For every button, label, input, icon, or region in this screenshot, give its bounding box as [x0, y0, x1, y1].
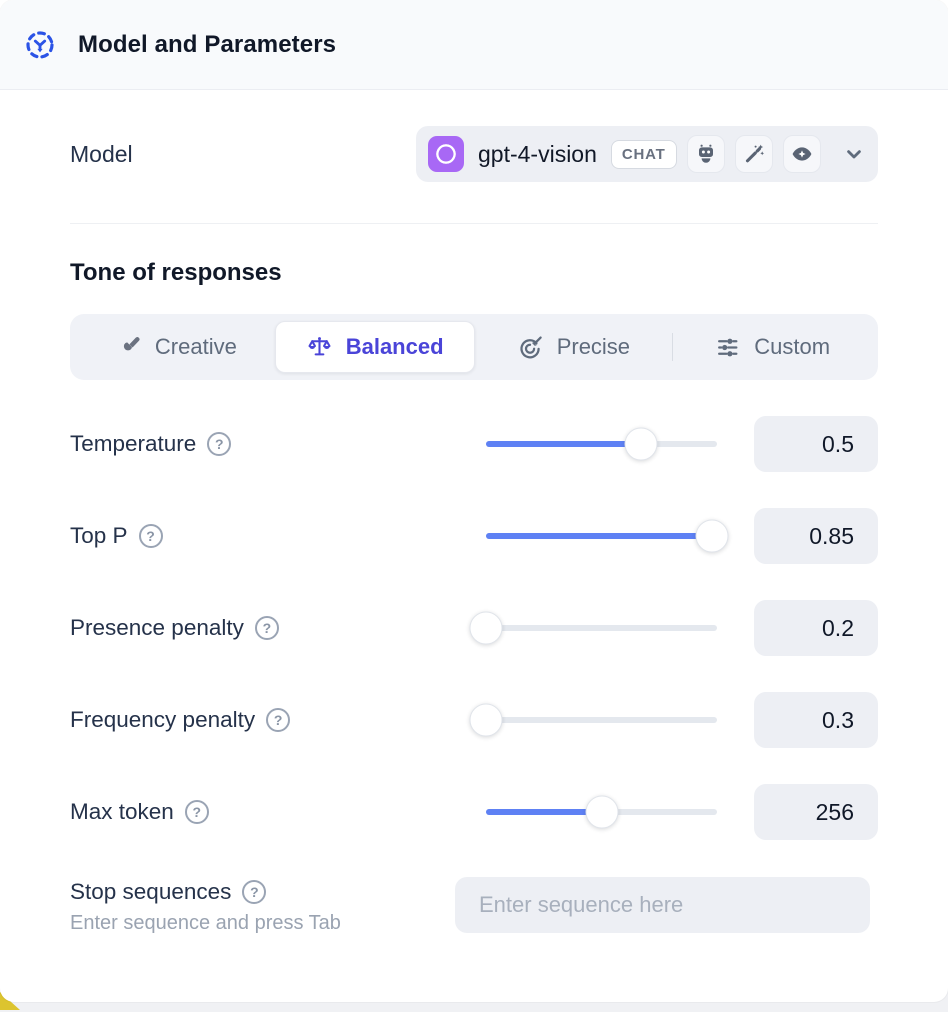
- help-icon[interactable]: [139, 524, 163, 548]
- tone-tab-group: Creative: [70, 314, 878, 380]
- max-token-slider[interactable]: [486, 796, 717, 829]
- target-icon: [517, 334, 544, 361]
- help-icon[interactable]: [185, 800, 209, 824]
- slider-thumb[interactable]: [585, 796, 618, 829]
- magic-wand-icon: [735, 135, 773, 173]
- tone-section-title: Tone of responses: [70, 259, 878, 287]
- max-token-row: Max token 256: [70, 784, 878, 840]
- model-label: Model: [70, 141, 133, 168]
- balance-scale-icon: [306, 334, 333, 361]
- section-divider: [70, 223, 878, 224]
- help-icon[interactable]: [255, 616, 279, 640]
- top-p-value[interactable]: 0.85: [754, 508, 878, 564]
- temperature-slider[interactable]: [486, 428, 717, 461]
- max-token-value[interactable]: 256: [754, 784, 878, 840]
- frequency-penalty-label: Frequency penalty: [70, 707, 290, 733]
- tab-label: Custom: [754, 334, 830, 360]
- presence-penalty-slider[interactable]: [486, 612, 717, 645]
- presence-penalty-row: Presence penalty 0.2: [70, 600, 878, 656]
- chevron-down-icon: [841, 141, 867, 167]
- panel-title: Model and Parameters: [78, 31, 336, 59]
- frequency-penalty-slider[interactable]: [486, 704, 717, 737]
- help-icon[interactable]: [242, 880, 266, 904]
- vision-eye-icon: [783, 135, 821, 173]
- tab-label: Precise: [557, 334, 630, 360]
- slider-thumb[interactable]: [624, 428, 657, 461]
- presence-penalty-value[interactable]: 0.2: [754, 600, 878, 656]
- max-token-label: Max token: [70, 799, 209, 825]
- sliders-icon: [714, 334, 741, 361]
- tab-custom[interactable]: Custom: [673, 321, 871, 373]
- stop-sequences-row: Stop sequences Enter sequence and press …: [70, 877, 878, 943]
- top-p-row: Top P 0.85: [70, 508, 878, 564]
- model-parameters-panel: Model and Parameters Model: [0, 0, 948, 1002]
- help-icon[interactable]: [266, 708, 290, 732]
- tab-balanced[interactable]: Balanced: [275, 321, 475, 373]
- frequency-penalty-row: Frequency penalty 0.3: [70, 692, 878, 748]
- top-p-slider[interactable]: [486, 520, 717, 553]
- paintbrush-icon: [115, 334, 142, 361]
- help-icon[interactable]: [207, 432, 231, 456]
- stop-sequence-input[interactable]: [455, 877, 870, 933]
- tab-label: Balanced: [346, 334, 444, 360]
- slider-thumb[interactable]: [696, 520, 729, 553]
- robot-icon: [687, 135, 725, 173]
- slider-thumb[interactable]: [470, 612, 503, 645]
- openai-logo-icon: [428, 136, 464, 172]
- frequency-penalty-value[interactable]: 0.3: [754, 692, 878, 748]
- panel-header: Model and Parameters: [0, 0, 948, 90]
- model-type-badge: CHAT: [611, 140, 677, 169]
- temperature-label: Temperature: [70, 431, 231, 457]
- model-select-dropdown[interactable]: gpt-4-vision CHAT: [416, 126, 878, 182]
- tab-precise[interactable]: Precise: [475, 321, 673, 373]
- top-p-label: Top P: [70, 523, 163, 549]
- tab-label: Creative: [155, 334, 237, 360]
- slider-thumb[interactable]: [470, 704, 503, 737]
- temperature-row: Temperature 0.5: [70, 416, 878, 472]
- model-row: Model gpt-4-vision CH: [70, 126, 878, 182]
- presence-penalty-label: Presence penalty: [70, 615, 279, 641]
- tab-creative[interactable]: Creative: [77, 321, 275, 373]
- temperature-value[interactable]: 0.5: [754, 416, 878, 472]
- selected-model-name: gpt-4-vision: [478, 141, 597, 168]
- model-parameters-icon: [24, 29, 56, 61]
